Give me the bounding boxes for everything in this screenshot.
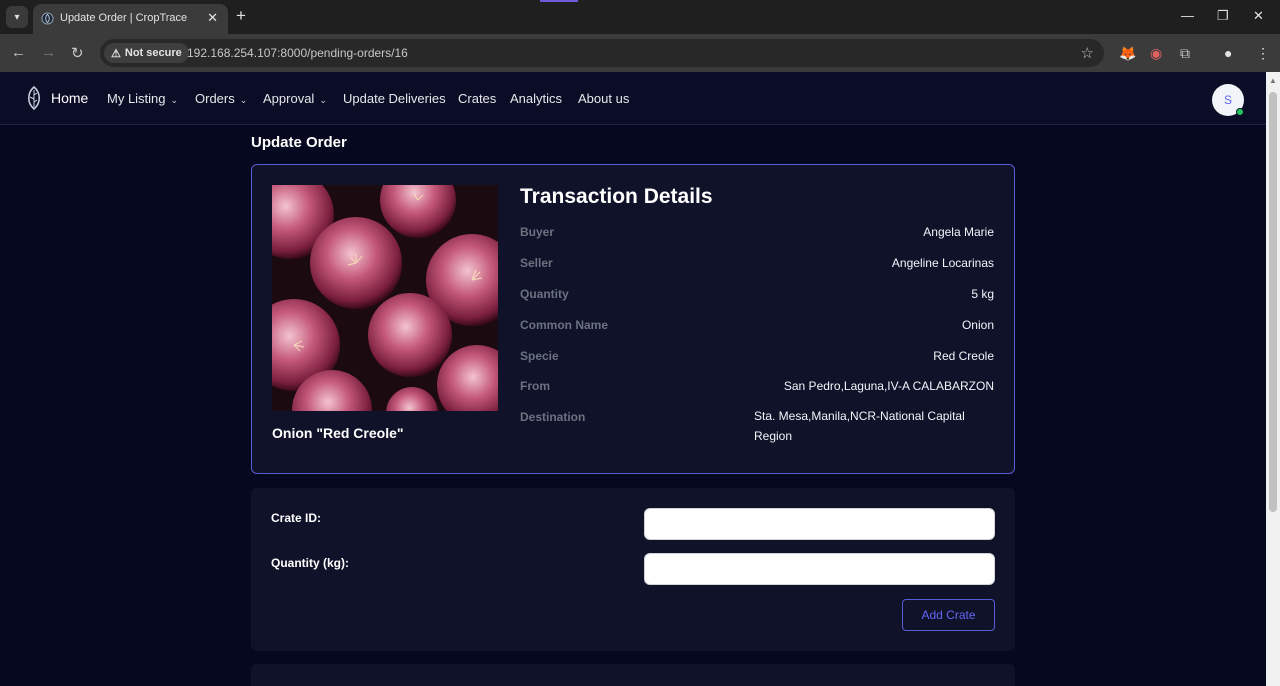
security-indicator[interactable]: ⚠ Not secure: [104, 43, 189, 63]
specie-label: Specie: [520, 349, 559, 363]
chevron-down-icon: ⌄: [170, 95, 179, 105]
forward-icon[interactable]: →: [41, 44, 56, 61]
next-section-card: [251, 664, 1015, 686]
specie-value: Red Creole: [933, 349, 994, 363]
scrollbar-thumb[interactable]: [1269, 92, 1277, 512]
add-crate-form: Crate ID: Quantity (kg): Add Crate: [251, 488, 1015, 651]
browser-menu-icon[interactable]: ⋮: [1256, 45, 1270, 62]
bookmark-star-icon[interactable]: ☆: [1081, 44, 1094, 62]
nav-update-deliveries[interactable]: Update Deliveries: [343, 91, 446, 106]
from-label: From: [520, 379, 550, 393]
nav-about-us[interactable]: About us: [578, 91, 629, 106]
tab-close-icon[interactable]: ✕: [207, 10, 218, 26]
nav-crates[interactable]: Crates: [458, 91, 496, 106]
online-status-dot: [1236, 108, 1244, 116]
from-value: San Pedro,Laguna,IV-A CALABARZON: [783, 379, 994, 393]
metamask-extension-icon[interactable]: 🦊: [1119, 45, 1136, 62]
nav-my-listing-label: My Listing: [107, 91, 166, 106]
tab-title: Update Order | CropTrace: [60, 12, 188, 24]
quantity-label: Quantity: [520, 287, 569, 301]
croptrace-logo-icon[interactable]: [24, 86, 44, 110]
close-window-icon[interactable]: ✕: [1253, 8, 1264, 24]
tab-search-button[interactable]: ▾: [6, 6, 28, 28]
avatar-initial: S: [1223, 93, 1232, 107]
nav-approval-label: Approval: [263, 91, 315, 106]
url-text[interactable]: 192.168.254.107:8000/pending-orders/16: [187, 46, 408, 60]
destination-label: Destination: [520, 410, 586, 424]
nav-analytics[interactable]: Analytics: [510, 91, 562, 106]
transaction-card: Onion "Red Creole" Transaction Details B…: [251, 164, 1015, 474]
crate-id-label: Crate ID:: [271, 511, 322, 525]
browser-tab-active[interactable]: Update Order | CropTrace ✕: [33, 4, 228, 34]
quantity-kg-input[interactable]: [644, 553, 995, 585]
nav-orders-label: Orders: [195, 91, 235, 106]
common-name-value: Onion: [961, 318, 994, 332]
browser-toolbar: ← → ↻ ⚠ Not secure 192.168.254.107:8000/…: [0, 34, 1280, 72]
tab-group-indicator: [540, 0, 578, 2]
seller-value: Angeline Locarinas: [891, 256, 994, 270]
scroll-up-arrow-icon[interactable]: ▲: [1269, 76, 1277, 85]
crate-id-input[interactable]: [644, 508, 995, 540]
nav-my-listing[interactable]: My Listing ⌄: [107, 91, 178, 106]
buyer-label: Buyer: [520, 225, 555, 239]
seller-label: Seller: [520, 256, 553, 270]
product-name: Onion "Red Creole": [272, 425, 404, 441]
add-crate-button[interactable]: Add Crate: [902, 599, 995, 631]
profile-icon[interactable]: ●: [1224, 45, 1232, 61]
chevron-down-icon: ⌄: [319, 95, 327, 105]
user-avatar[interactable]: S: [1212, 84, 1244, 116]
reload-icon[interactable]: ↻: [71, 44, 84, 62]
page-scrollbar[interactable]: ▲: [1266, 72, 1280, 686]
address-bar[interactable]: ⚠ Not secure 192.168.254.107:8000/pendin…: [100, 39, 1104, 67]
restore-icon[interactable]: ❐: [1217, 8, 1229, 24]
transaction-details-heading: Transaction Details: [520, 185, 713, 208]
croptrace-favicon-icon: [41, 12, 54, 25]
page-title: Update Order: [251, 134, 347, 151]
security-label: Not secure: [124, 47, 182, 59]
onion-photo: [272, 185, 498, 411]
extensions-puzzle-icon[interactable]: ⧉: [1180, 45, 1190, 62]
chevron-down-icon: ⌄: [239, 95, 248, 105]
new-tab-button[interactable]: +: [236, 7, 246, 25]
product-image: [272, 185, 498, 411]
nav-orders[interactable]: Orders ⌄: [195, 91, 247, 106]
quantity-value: 5 kg: [971, 287, 994, 301]
top-navbar: Home My Listing ⌄ Orders ⌄ Approval ⌄ Updat…: [0, 72, 1266, 125]
quantity-kg-label: Quantity (kg):: [271, 556, 349, 570]
nav-approval[interactable]: Approval ⌄: [263, 91, 327, 106]
screen-recorder-extension-icon[interactable]: ◉: [1150, 45, 1162, 62]
minimize-icon[interactable]: —: [1181, 8, 1194, 23]
destination-value: Sta. Mesa,Manila,NCR-National Capital Re…: [754, 409, 965, 443]
buyer-value: Angela Marie: [923, 225, 994, 239]
nav-home[interactable]: Home: [51, 90, 88, 106]
app-viewport: Home My Listing ⌄ Orders ⌄ Approval ⌄ Updat…: [0, 72, 1266, 686]
warning-icon: ⚠: [111, 47, 121, 60]
common-name-label: Common Name: [520, 318, 609, 332]
browser-tab-strip: ▾ Update Order | CropTrace ✕ + — ❐ ✕: [0, 0, 1280, 34]
back-icon[interactable]: ←: [11, 44, 26, 61]
